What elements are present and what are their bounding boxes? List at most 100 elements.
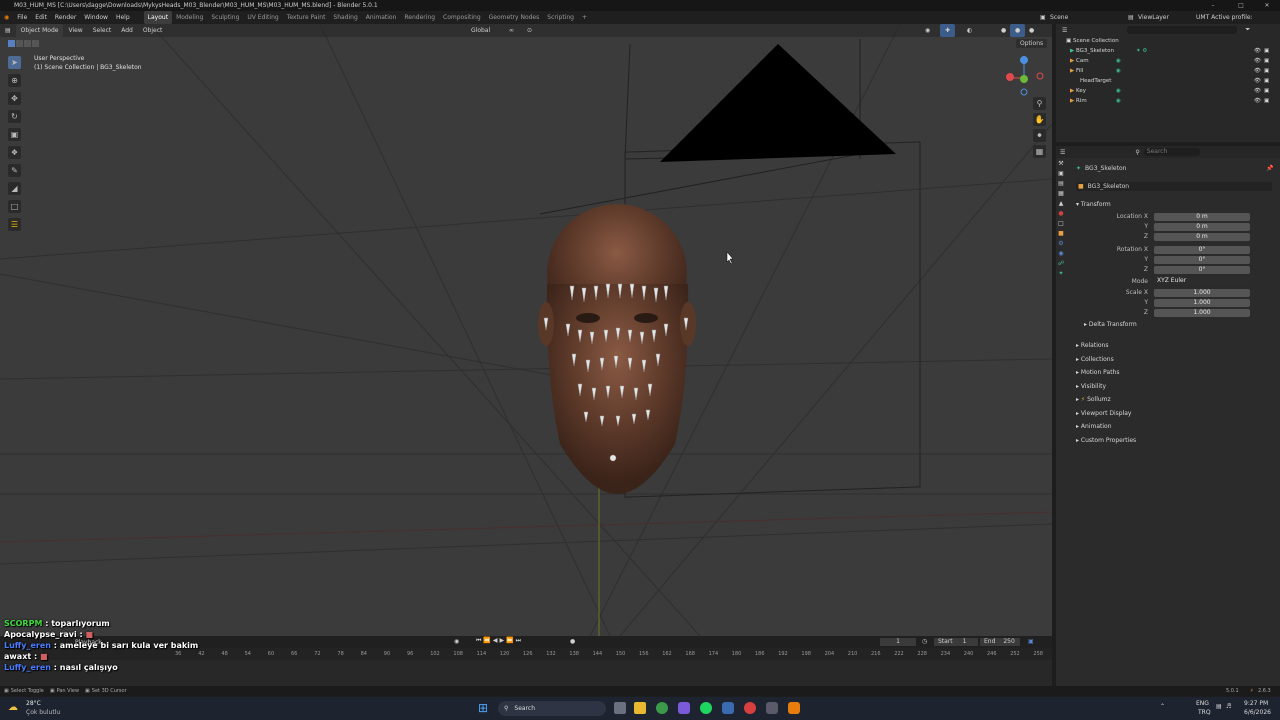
tab-scripting[interactable]: Scripting [543, 11, 578, 24]
menu-add[interactable]: Add [116, 24, 138, 37]
zoom-icon[interactable]: ⚲ [1033, 97, 1046, 110]
output-tab-icon[interactable]: ▤ [1058, 180, 1064, 187]
annotate-icon[interactable]: ✎ [8, 164, 21, 177]
tab-uv-editing[interactable]: UV Editing [243, 11, 282, 24]
select-subtract-icon[interactable] [24, 40, 31, 47]
outliner-search-input[interactable] [1127, 26, 1238, 34]
view-layer-tab-icon[interactable]: ▦ [1058, 190, 1064, 197]
camera-render-icon[interactable]: ▣ [1264, 96, 1269, 106]
transform-panel-header[interactable]: ▾ Transform [1076, 198, 1272, 212]
pivot-icon[interactable]: ∞ [504, 24, 519, 37]
data-tab-icon[interactable]: ✦ [1058, 270, 1063, 277]
object-name-field[interactable]: ■ BG3_Skeleton [1076, 182, 1272, 191]
collection-tab-icon[interactable]: □ [1058, 220, 1064, 227]
outliner-item[interactable]: ▶ Key ◉ 👁 ▣ [1056, 86, 1280, 96]
menu-file[interactable]: File [13, 11, 31, 24]
outliner-item[interactable]: HeadTarget 👁 ▣ [1056, 76, 1280, 86]
location-x-field[interactable]: 0 m [1154, 212, 1250, 221]
clock-time[interactable]: 9:27 PM [1244, 700, 1268, 707]
scale-icon[interactable]: ▣ [8, 128, 21, 141]
outliner-root[interactable]: ▣ Scene Collection [1056, 36, 1280, 46]
grid-view-icon[interactable]: ▦ [1033, 145, 1046, 158]
viewport-display-panel-header[interactable]: ▸ Viewport Display [1076, 407, 1272, 421]
sollumz-panel-header[interactable]: ▸ ⚡ Sollumz [1076, 393, 1272, 407]
measure-icon[interactable]: ◢ [8, 182, 21, 195]
chrome-icon[interactable] [656, 702, 668, 714]
windows-start-icon[interactable]: ⊞ [478, 701, 488, 715]
tool-tab-icon[interactable]: ⚒ [1058, 160, 1063, 167]
orientation-selector[interactable]: Global [466, 24, 495, 37]
physics-tab-icon[interactable]: ◉ [1058, 250, 1063, 257]
menu-object[interactable]: Object [138, 24, 168, 37]
rotation-x-field[interactable]: 0° [1154, 245, 1250, 254]
transform-icon[interactable]: ❖ [8, 146, 21, 159]
start-frame-field[interactable]: Start 1 [934, 638, 978, 646]
eye-icon[interactable]: 👁 [1254, 46, 1261, 56]
outliner-item[interactable]: ▶ Fill ◉ 👁 ▣ [1056, 66, 1280, 76]
volume-icon[interactable]: ♬ [1226, 703, 1231, 710]
custom-properties-panel-header[interactable]: ▸ Custom Properties [1076, 434, 1272, 448]
maximize-button[interactable]: □ [1228, 0, 1254, 11]
tab-rendering[interactable]: Rendering [400, 11, 439, 24]
visibility-panel-header[interactable]: ▸ Visibility [1076, 380, 1272, 394]
outliner-editor-icon[interactable]: ☰ [1062, 27, 1067, 34]
pin-icon[interactable]: 📌 [1266, 165, 1273, 172]
location-z-field[interactable]: 0 m [1154, 232, 1250, 241]
tab-shading[interactable]: Shading [329, 11, 361, 24]
record-icon[interactable]: ● [570, 638, 575, 645]
tray-chevron-icon[interactable]: ⌃ [1160, 703, 1165, 710]
mode-selector[interactable]: Object Mode [15, 24, 64, 37]
world-tab-icon[interactable]: ● [1058, 210, 1063, 217]
rotation-y-field[interactable]: 0° [1154, 255, 1250, 264]
3d-viewport[interactable] [0, 24, 1052, 636]
modifier-tab-icon[interactable]: ⚙ [1058, 240, 1063, 247]
keyframe-icon[interactable]: ◉ [454, 638, 459, 645]
relations-panel-header[interactable]: ▸ Relations [1076, 339, 1272, 353]
language-label[interactable]: ENG [1196, 700, 1209, 707]
properties-search-input[interactable]: Search [1143, 148, 1200, 156]
menu-view[interactable]: View [63, 24, 87, 37]
gizmo-toggle-icon[interactable]: ✚ [940, 24, 956, 37]
eye-icon[interactable]: 👁 [1254, 96, 1261, 106]
snap-icon[interactable]: ⊙ [522, 24, 537, 37]
playback-controls[interactable]: ⏮⏪◀▶⏩⏭ [476, 637, 523, 645]
add-workspace-button[interactable]: + [578, 11, 591, 24]
outliner-item[interactable]: ▶ Cam ◉ 👁 ▣ [1056, 56, 1280, 66]
select-extend-icon[interactable] [16, 40, 23, 47]
animation-panel-header[interactable]: ▸ Animation [1076, 420, 1272, 434]
select-box-icon[interactable]: ➤ [8, 56, 21, 69]
location-y-field[interactable]: 0 m [1154, 222, 1250, 231]
spotify-icon[interactable] [700, 702, 712, 714]
object-tab-icon[interactable]: ■ [1058, 230, 1064, 237]
visibility-icon[interactable]: ◉ [920, 24, 935, 37]
render-tab-icon[interactable]: ▣ [1058, 170, 1064, 177]
taskbar-search[interactable]: ⚲ Search [498, 701, 606, 716]
menu-select[interactable]: Select [88, 24, 117, 37]
outliner-item[interactable]: ▶ Rim ◉ 👁 ▣ [1056, 96, 1280, 106]
tab-modeling[interactable]: Modeling [172, 11, 207, 24]
camera-render-icon[interactable]: ▣ [1264, 46, 1269, 56]
wifi-icon[interactable]: ▤ [1216, 703, 1222, 710]
pan-hand-icon[interactable]: ✋ [1033, 113, 1046, 126]
menu-render[interactable]: Render [51, 11, 80, 24]
delta-transform-header[interactable]: ▸ Delta Transform [1076, 318, 1272, 332]
rotate-icon[interactable]: ↻ [8, 110, 21, 123]
menu-help[interactable]: Help [112, 11, 134, 24]
rotation-z-field[interactable]: 0° [1154, 265, 1250, 274]
close-button[interactable]: ✕ [1254, 0, 1280, 11]
camera-view-icon[interactable]: ⚫ [1033, 129, 1046, 142]
file-explorer-icon[interactable] [634, 702, 646, 714]
obs-icon[interactable] [744, 702, 756, 714]
timeline-view-icon[interactable]: ▣ [1028, 638, 1034, 645]
minimize-button[interactable]: – [1200, 0, 1226, 11]
end-frame-field[interactable]: End 250 [980, 638, 1020, 646]
menu-window[interactable]: Window [80, 11, 112, 24]
eye-icon[interactable]: 👁 [1254, 76, 1261, 86]
scene-tab-icon[interactable]: ▲ [1059, 200, 1064, 207]
camera-render-icon[interactable]: ▣ [1264, 56, 1269, 66]
camera-render-icon[interactable]: ▣ [1264, 86, 1269, 96]
eye-icon[interactable]: 👁 [1254, 56, 1261, 66]
discord-icon[interactable] [678, 702, 690, 714]
cursor-icon[interactable]: ⊕ [8, 74, 21, 87]
current-frame-field[interactable]: 1 [880, 638, 916, 646]
